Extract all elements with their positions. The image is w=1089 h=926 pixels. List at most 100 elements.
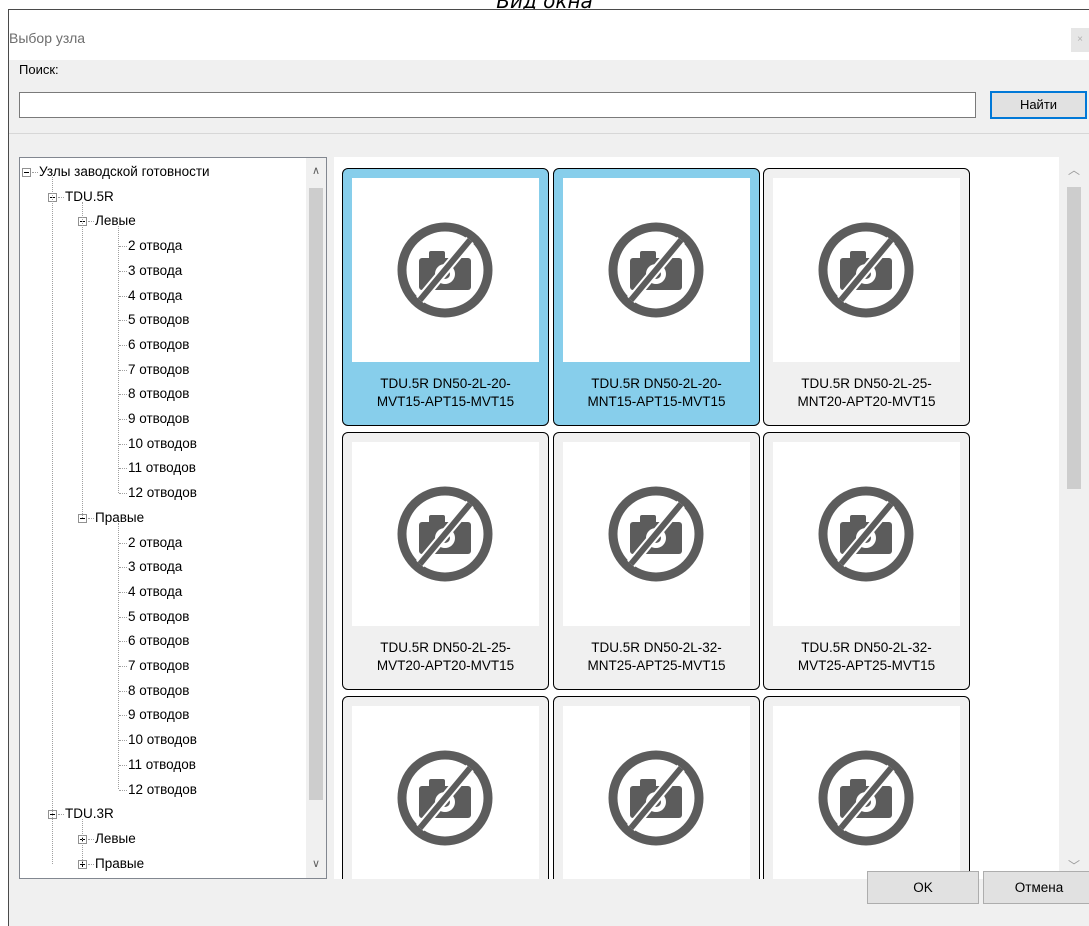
ok-button[interactable]: OK bbox=[867, 871, 979, 904]
tree-connector bbox=[32, 172, 38, 173]
tree-item-label: 4 отвода bbox=[128, 583, 183, 599]
tile-image bbox=[352, 706, 539, 879]
no-photo-icon bbox=[397, 750, 493, 846]
node-tile[interactable] bbox=[342, 696, 549, 879]
tree-connector bbox=[119, 394, 127, 396]
title-bar: Выбор узла × bbox=[9, 10, 1089, 60]
tree-item-label: 7 отводов bbox=[128, 658, 190, 673]
node-select-dialog: Выбор узла × Поиск: Найти Узлы заводской… bbox=[8, 9, 1089, 926]
tree-item-label: Правые bbox=[95, 509, 145, 525]
no-photo-icon bbox=[397, 486, 493, 582]
tree-connector bbox=[119, 493, 127, 495]
node-tile[interactable]: TDU.5R DN50-2L-32- MNT25-APT25-MVT15 bbox=[553, 432, 760, 690]
tree-item-label: Левые bbox=[95, 830, 136, 846]
tile-caption-line1: TDU.5R DN50-2L-20- bbox=[380, 376, 511, 391]
tree-connector bbox=[119, 641, 127, 643]
tile-caption-line2: MNT15-APT15-MVT15 bbox=[587, 394, 726, 409]
tree-scrollbar[interactable]: ∧ ∨ bbox=[306, 158, 326, 878]
tree-item-label: 3 отвода bbox=[128, 559, 183, 575]
tree-item-label: Левые bbox=[95, 213, 136, 229]
tile-caption: TDU.5R DN50-2L-25- MVT20-APT20-MVT15 bbox=[349, 639, 542, 675]
tree-content: Узлы заводской готовности TDU.5R Левые 2 от… bbox=[20, 158, 305, 878]
tile-image bbox=[773, 442, 960, 626]
tile-image bbox=[352, 178, 539, 362]
node-tile[interactable] bbox=[553, 696, 760, 879]
tile-image bbox=[773, 706, 960, 879]
tile-caption: TDU.5R DN50-2L-20- MVT15-APT15-MVT15 bbox=[349, 375, 542, 411]
no-photo-icon bbox=[818, 486, 914, 582]
node-tile[interactable]: TDU.5R DN50-2L-25- MVT20-APT20-MVT15 bbox=[342, 432, 549, 690]
tile-caption-line1: TDU.5R DN50-2L-32- bbox=[801, 640, 932, 655]
node-tile[interactable]: TDU.5R DN50-2L-20- MVT15-APT15-MVT15 bbox=[342, 168, 549, 426]
scroll-up-icon[interactable]: ∧ bbox=[306, 162, 326, 180]
tree-connector bbox=[119, 591, 127, 593]
tree-connector bbox=[52, 177, 53, 864]
tree-item-label: 9 отводов bbox=[128, 707, 190, 723]
tile-image bbox=[352, 442, 539, 626]
node-tile[interactable]: TDU.5R DN50-2L-32- MVT25-APT25-MVT15 bbox=[763, 432, 970, 690]
tree-connector bbox=[119, 344, 127, 346]
no-photo-icon bbox=[818, 750, 914, 846]
tree-connector bbox=[119, 419, 127, 420]
tree-item-label: 5 отводов bbox=[128, 312, 190, 328]
no-photo-icon bbox=[608, 222, 704, 318]
tree-connector bbox=[88, 221, 94, 223]
tile-caption: TDU.5R DN50-2L-32- MVT25-APT25-MVT15 bbox=[770, 639, 963, 675]
tree-connector bbox=[119, 789, 127, 791]
dialog-title: Выбор узла bbox=[9, 30, 86, 46]
tree-item-label: 7 отводов bbox=[128, 361, 190, 377]
node-gallery: TDU.5R DN50-2L-20- MVT15-APT15-MVT15 TDU.5… bbox=[334, 157, 1089, 879]
tree-connector bbox=[58, 814, 64, 816]
tree-item-label: 2 отвода bbox=[128, 238, 183, 254]
tree-connector bbox=[119, 567, 127, 569]
tree-connector bbox=[82, 819, 83, 864]
tree-item-label: 6 отводов bbox=[128, 336, 190, 352]
tree-connector bbox=[119, 542, 127, 544]
tree-connector bbox=[119, 666, 127, 667]
find-button[interactable]: Найти bbox=[990, 91, 1087, 119]
tree-connector bbox=[88, 838, 94, 840]
collapse-icon[interactable] bbox=[22, 168, 31, 177]
tile-caption: TDU.5R DN50-2L-20- MNT15-APT15-MVT15 bbox=[560, 375, 753, 411]
tree-connector bbox=[119, 468, 127, 470]
tile-image bbox=[773, 178, 960, 362]
gallery-scrollbar[interactable]: ︿ ﹀ bbox=[1059, 157, 1089, 879]
tree-item-label: TDU.3R bbox=[65, 806, 114, 822]
tree-item-label: 12 отводов bbox=[128, 781, 197, 797]
tree-connector bbox=[119, 369, 127, 371]
no-photo-icon bbox=[818, 222, 914, 318]
tree-scroll-thumb[interactable] bbox=[309, 188, 323, 800]
tile-image bbox=[563, 178, 750, 362]
tree-item-label: 8 отводов bbox=[128, 386, 190, 402]
tree-item-label: 9 отводов bbox=[128, 411, 190, 426]
tree-item-label: Правые bbox=[95, 855, 145, 871]
tree-item-label: 8 отводов bbox=[128, 682, 190, 698]
node-tree[interactable]: Узлы заводской готовности TDU.5R Левые 2 от… bbox=[19, 157, 327, 879]
search-input[interactable] bbox=[19, 92, 976, 118]
cancel-button[interactable]: Отмена bbox=[983, 871, 1089, 904]
tree-connector bbox=[82, 201, 83, 518]
tree-item-label: 10 отводов bbox=[128, 435, 197, 451]
tree-connector bbox=[119, 443, 127, 445]
close-button[interactable]: × bbox=[1071, 28, 1089, 52]
tree-connector bbox=[119, 690, 127, 692]
tree-item-label: 12 отводов bbox=[128, 485, 197, 501]
node-tile[interactable]: TDU.5R DN50-2L-25- MNT20-APT20-MVT15 bbox=[763, 168, 970, 426]
no-photo-icon bbox=[608, 750, 704, 846]
tree-connector bbox=[58, 196, 64, 198]
tile-caption-line2: MVT25-APT25-MVT15 bbox=[797, 658, 936, 673]
gallery-scroll-thumb[interactable] bbox=[1067, 187, 1081, 489]
tree-item-label: 6 отводов bbox=[128, 633, 190, 649]
search-label: Поиск: bbox=[19, 62, 59, 77]
tile-caption: TDU.5R DN50-2L-25- MNT20-APT20-MVT15 bbox=[770, 375, 963, 411]
tree-connector bbox=[118, 522, 119, 790]
node-tile[interactable] bbox=[763, 696, 970, 879]
tree-item-label: TDU.5R bbox=[65, 188, 114, 204]
tree-item-label: 2 отвода bbox=[128, 534, 183, 550]
node-tile[interactable]: TDU.5R DN50-2L-20- MNT15-APT15-MVT15 bbox=[553, 168, 760, 426]
scroll-down-icon[interactable]: ∨ bbox=[306, 855, 326, 873]
gallery-scroll-up-icon[interactable]: ︿ bbox=[1059, 161, 1089, 179]
tile-caption-line1: TDU.5R DN50-2L-20- bbox=[591, 376, 722, 391]
tree-item-label: 11 отводов bbox=[128, 756, 196, 772]
tree-item-label: 11 отводов bbox=[128, 460, 196, 476]
